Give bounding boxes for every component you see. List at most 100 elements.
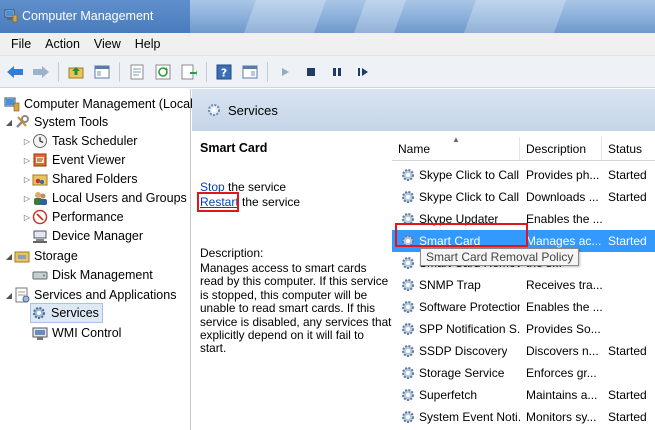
- toolbar: ?: [0, 56, 655, 88]
- users-icon: [32, 190, 48, 206]
- collapsed-arrow-icon[interactable]: ▷: [22, 137, 32, 146]
- tree-item-disk-management[interactable]: Disk Management: [32, 265, 153, 285]
- pause-icon: [333, 67, 341, 76]
- tooltip: Smart Card Removal Policy: [420, 248, 580, 266]
- toolbar-separator: [206, 61, 207, 82]
- restart-service-button[interactable]: [352, 61, 374, 83]
- column-header-name-label: Name: [398, 142, 431, 156]
- collapsed-arrow-icon[interactable]: ▷: [22, 175, 32, 184]
- forward-arrow-icon: [33, 65, 49, 78]
- menu-action[interactable]: Action: [38, 37, 87, 51]
- computer-management-icon: [4, 96, 20, 112]
- menu-file[interactable]: File: [4, 37, 38, 51]
- performance-gauge-icon: [32, 209, 48, 225]
- show-hide-tree-button[interactable]: [91, 61, 113, 83]
- tree-item-wmi-control[interactable]: WMI Control: [32, 323, 121, 343]
- collapsed-arrow-icon[interactable]: ▷: [22, 194, 32, 203]
- tree-item-local-users-groups[interactable]: ▷ Local Users and Groups: [22, 188, 187, 208]
- service-name: Superfetch: [419, 388, 478, 402]
- tree-item-system-tools[interactable]: ◢ System Tools: [4, 112, 108, 132]
- expanded-arrow-icon[interactable]: ◢: [4, 291, 14, 300]
- tree-label: Event Viewer: [52, 153, 126, 167]
- tree-item-storage[interactable]: ◢ Storage: [4, 246, 78, 266]
- tree-label: Shared Folders: [52, 172, 138, 186]
- tree-item-performance[interactable]: ▷ Performance: [22, 207, 124, 227]
- service-description: Downloads ...: [526, 190, 599, 204]
- service-description: Enforces gr...: [526, 366, 597, 380]
- storage-icon: [14, 248, 30, 264]
- tree-label: WMI Control: [52, 326, 122, 340]
- smart-card-highlight-box: [395, 223, 528, 247]
- tree-item-device-manager[interactable]: Device Manager: [32, 226, 143, 246]
- help-button[interactable]: ?: [213, 61, 235, 83]
- pause-service-button[interactable]: [326, 61, 348, 83]
- service-status: Started: [608, 190, 647, 204]
- service-row[interactable]: Storage Service Enforces gr...: [392, 362, 655, 384]
- refresh-button[interactable]: [152, 61, 174, 83]
- service-status: Started: [608, 234, 647, 248]
- tree-item-task-scheduler[interactable]: ▷ Task Scheduler: [22, 131, 137, 151]
- service-row[interactable]: Software Protection Enables the ...: [392, 296, 655, 318]
- up-level-button[interactable]: [65, 61, 87, 83]
- export-list-button[interactable]: [178, 61, 200, 83]
- start-service-button[interactable]: [274, 61, 296, 83]
- service-description: Monitors sy...: [526, 410, 597, 424]
- description-text: Manages access to smart cards read by th…: [200, 261, 392, 356]
- service-gear-icon: [402, 345, 414, 357]
- title-glass-decor: [243, 0, 327, 33]
- service-row[interactable]: SPP Notification S... Provides So...: [392, 318, 655, 340]
- service-name-cell: Software Protection: [392, 299, 520, 315]
- tree-label: Disk Management: [52, 268, 153, 282]
- expanded-arrow-icon[interactable]: ◢: [4, 252, 14, 261]
- service-row[interactable]: Superfetch Maintains a... Started: [392, 384, 655, 406]
- tree-item-shared-folders[interactable]: ▷ Shared Folders: [22, 169, 138, 189]
- stop-service-button[interactable]: [300, 61, 322, 83]
- show-action-pane-button[interactable]: [239, 61, 261, 83]
- service-name-cell: SSDP Discovery: [392, 343, 520, 359]
- tree-item-computer-management[interactable]: Computer Management (Local: [4, 94, 193, 114]
- service-row[interactable]: SNMP Trap Receives tra...: [392, 274, 655, 296]
- forward-button[interactable]: [30, 61, 52, 83]
- collapsed-arrow-icon[interactable]: ▷: [22, 156, 32, 165]
- service-row[interactable]: System Event Noti... Monitors sy... Starte…: [392, 406, 655, 428]
- service-gear-icon: [402, 169, 414, 181]
- column-header-description[interactable]: Description: [520, 137, 602, 160]
- tree-item-services-applications[interactable]: ◢ Services and Applications: [4, 285, 176, 305]
- service-gear-icon: [402, 279, 414, 291]
- services-list: ▲ Name Description Status Skype Click to…: [392, 131, 655, 430]
- expanded-arrow-icon[interactable]: ◢: [4, 118, 14, 127]
- service-description: Provides ph...: [526, 168, 600, 182]
- service-gear-icon: [402, 301, 414, 313]
- disk-icon: [32, 267, 48, 283]
- service-name-cell: SNMP Trap: [392, 277, 520, 293]
- menu-view[interactable]: View: [87, 37, 128, 51]
- tree-label: Computer Management (Local: [24, 97, 193, 111]
- service-row[interactable]: Skype Click to Call... Provides ph... Star…: [392, 164, 655, 186]
- service-row[interactable]: Skype Click to Call... Downloads ... Start…: [392, 186, 655, 208]
- column-header-status[interactable]: Status: [602, 137, 655, 160]
- properties-button[interactable]: [126, 61, 148, 83]
- menu-bar: File Action View Help: [0, 33, 655, 56]
- tree-label: System Tools: [34, 115, 109, 129]
- service-name-cell: Storage Service: [392, 365, 520, 381]
- service-description: Manages ac...: [526, 234, 602, 248]
- collapsed-arrow-icon[interactable]: ▷: [22, 213, 32, 222]
- tree-item-services[interactable]: Services: [30, 303, 103, 323]
- service-row[interactable]: SSDP Discovery Discovers n... Started: [392, 340, 655, 362]
- column-header-status-label: Status: [608, 142, 643, 156]
- back-button[interactable]: [4, 61, 26, 83]
- properties-icon: [130, 64, 144, 79]
- action-pane-icon: [242, 65, 258, 78]
- services-gear-icon: [31, 305, 47, 321]
- title-glass-decor: [463, 0, 567, 33]
- service-name: Skype Click to Call...: [419, 190, 520, 204]
- service-gear-icon: [402, 411, 414, 423]
- service-gear-icon: [402, 323, 414, 335]
- services-gear-icon: [208, 104, 220, 116]
- menu-help[interactable]: Help: [128, 37, 168, 51]
- column-header-name[interactable]: ▲ Name: [392, 135, 520, 160]
- service-name-cell: Skype Click to Call...: [392, 189, 520, 205]
- service-gear-icon: [402, 191, 414, 203]
- service-name: SPP Notification S...: [419, 322, 520, 336]
- tree-item-event-viewer[interactable]: ▷ Event Viewer: [22, 150, 126, 170]
